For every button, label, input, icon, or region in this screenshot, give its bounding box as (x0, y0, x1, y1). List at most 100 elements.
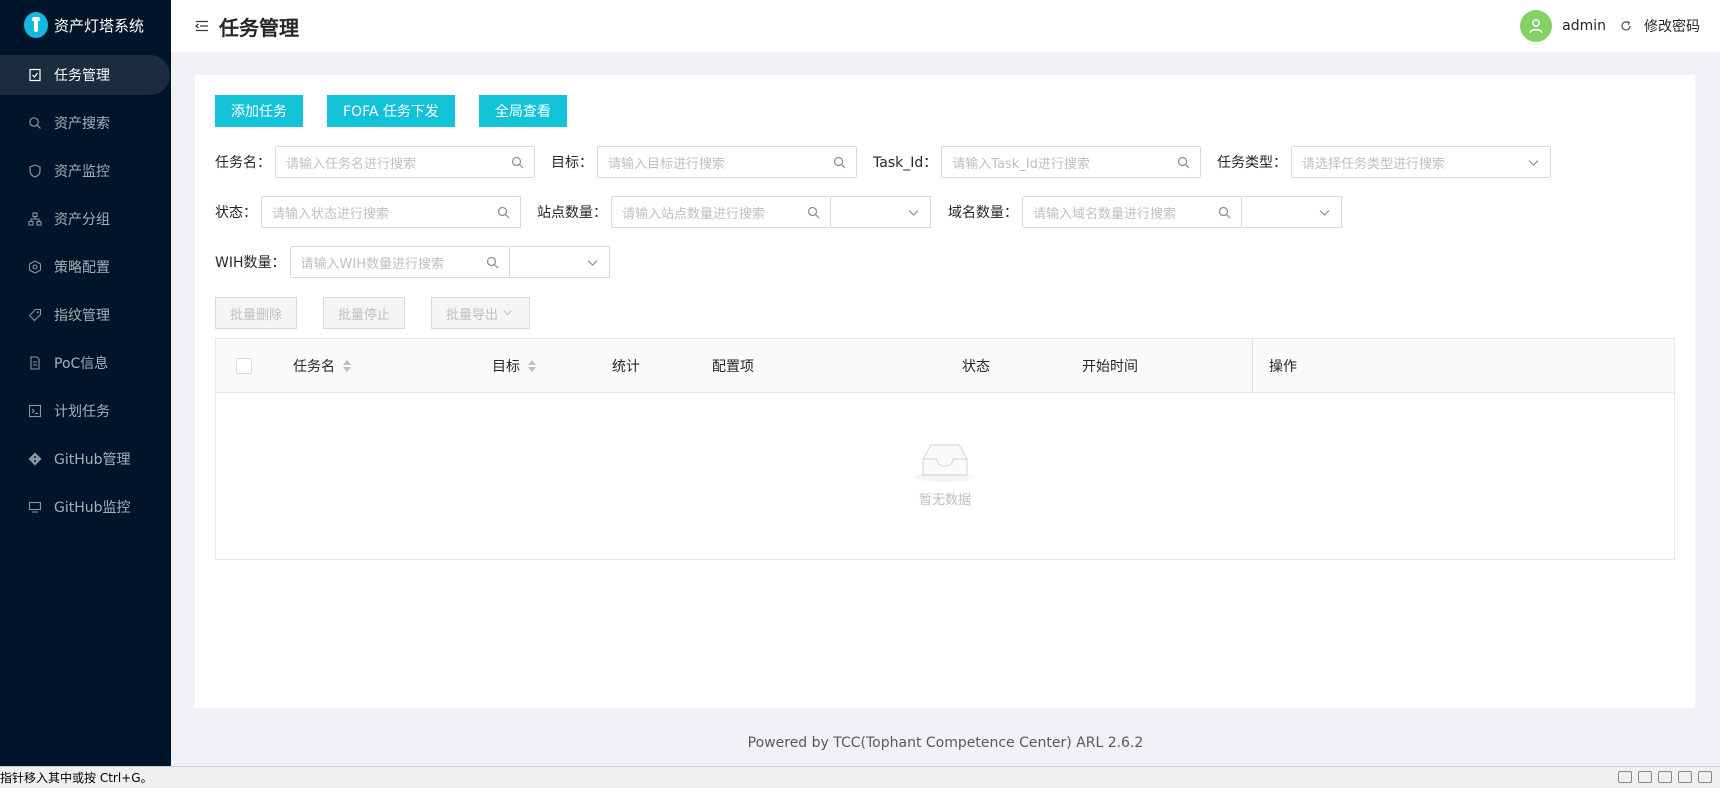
hdd-icon[interactable] (1618, 771, 1632, 783)
sort-icon[interactable] (343, 360, 351, 372)
audio-icon[interactable] (1658, 771, 1672, 783)
sidebar-menu: 任务管理 资产搜索 资产监控 资产分组 策略配置 指纹管理 PoC信息 计划任务… (0, 55, 171, 527)
chevron-down-icon (1527, 156, 1540, 169)
username[interactable]: admin (1562, 18, 1606, 34)
browser-status-bar: 指针移入其中或按 Ctrl+G。 (0, 766, 1720, 788)
filter-task-type: 任务类型： 请选择任务类型进行搜索 (1217, 146, 1551, 178)
sidebar-item-label: 资产搜索 (54, 116, 110, 132)
avatar[interactable] (1520, 10, 1553, 42)
batch-delete-button[interactable]: 批量删除 (215, 297, 298, 329)
sidebar-item-label: 资产监控 (54, 164, 110, 180)
wih-count-input[interactable]: 请输入WIH数量进行搜索 (289, 246, 510, 278)
global-view-button[interactable]: 全局查看 (478, 95, 567, 127)
task-id-input[interactable]: 请输入Task_Id进行搜索 (941, 146, 1202, 178)
search-icon[interactable] (497, 206, 510, 219)
domain-count-input[interactable]: 请输入域名数量进行搜索 (1022, 196, 1242, 228)
batch-export-button[interactable]: 批量导出 (431, 297, 531, 329)
fixed-column-divider (1252, 339, 1253, 393)
filter-label: WIH数量： (215, 255, 286, 271)
task-name-input[interactable]: 请输入任务名进行搜索 (275, 146, 535, 178)
sidebar-item-asset-group[interactable]: 资产分组 (0, 199, 171, 239)
chevron-down-icon (1318, 206, 1331, 219)
sort-icon[interactable] (528, 360, 536, 372)
sidebar: 资产灯塔系统 任务管理 资产搜索 资产监控 资产分组 策略配置 指纹管理 PoC… (0, 0, 171, 766)
sidebar-item-poc[interactable]: PoC信息 (0, 343, 171, 383)
sidebar-item-scheduled-task[interactable]: 计划任务 (0, 391, 171, 431)
system-tray (1612, 771, 1712, 783)
search-icon[interactable] (511, 156, 524, 169)
filter-status: 状态： 请输入状态进行搜索 (215, 196, 521, 228)
sidebar-item-label: GitHub管理 (54, 452, 131, 468)
filter-label: 任务类型： (1217, 155, 1287, 171)
search-icon[interactable] (1218, 206, 1231, 219)
user-icon (1529, 19, 1543, 34)
sidebar-item-github-monitor[interactable]: GitHub监控 (0, 487, 171, 527)
search-icon (28, 116, 42, 130)
batch-stop-button[interactable]: 批量停止 (323, 297, 406, 329)
select-all-checkbox-cell (236, 339, 252, 393)
footer: Powered by TCC(Tophant Competence Center… (747, 735, 1144, 751)
search-icon[interactable] (1177, 156, 1190, 169)
task-type-select[interactable]: 请选择任务类型进行搜索 (1291, 146, 1551, 178)
menu-fold-icon[interactable] (195, 19, 209, 33)
app-name: 资产灯塔系统 (54, 16, 145, 35)
shield-icon (28, 164, 42, 178)
status-input[interactable]: 请输入状态进行搜索 (261, 196, 521, 228)
sidebar-item-asset-search[interactable]: 资产搜索 (0, 103, 171, 143)
domain-count-operator-select[interactable] (1242, 196, 1342, 228)
column-start-time: 开始时间 (1082, 359, 1138, 375)
sidebar-item-label: 资产分组 (54, 212, 110, 228)
search-icon[interactable] (833, 156, 846, 169)
chevron-down-icon (586, 256, 599, 269)
search-icon[interactable] (807, 206, 820, 219)
column-actions: 操作 (1269, 359, 1297, 375)
usb-icon[interactable] (1678, 771, 1692, 783)
monitor-icon (28, 500, 42, 514)
change-password-link[interactable]: 修改密码 (1644, 16, 1700, 36)
task-table: 任务名 目标 统计 配置项 状态 开始时间 操作 暂无数据 (215, 338, 1675, 560)
fofa-task-button[interactable]: FOFA 任务下发 (327, 95, 455, 127)
select-all-checkbox[interactable] (236, 358, 252, 374)
site-count-input[interactable]: 请输入站点数量进行搜索 (611, 196, 831, 228)
content-card: 添加任务 FOFA 任务下发 全局查看 任务名： 请输入任务名进行搜索 目标： … (195, 75, 1695, 708)
search-icon[interactable] (486, 256, 499, 269)
site-count-operator-select[interactable] (831, 196, 931, 228)
sidebar-item-github-management[interactable]: GitHub管理 (0, 439, 171, 479)
action-buttons: 添加任务 FOFA 任务下发 全局查看 (215, 95, 591, 127)
column-config: 配置项 (712, 359, 754, 375)
status-text: 指针移入其中或按 Ctrl+G。 (0, 771, 153, 785)
sidebar-item-asset-monitor[interactable]: 资产监控 (0, 151, 171, 191)
user-area: admin 修改密码 (1520, 0, 1700, 52)
sidebar-item-label: 计划任务 (54, 404, 110, 420)
filter-label: 站点数量： (537, 205, 607, 221)
git-icon (28, 452, 42, 466)
batch-actions: 批量删除 批量停止 批量导出 (215, 297, 556, 329)
filter-task-id: Task_Id： 请输入Task_Id进行搜索 (873, 146, 1202, 178)
code-icon (28, 404, 42, 418)
cluster-icon (28, 212, 42, 226)
refresh-icon[interactable] (1620, 20, 1632, 32)
filter-label: 状态： (215, 205, 257, 221)
display-icon[interactable] (1698, 771, 1712, 783)
sidebar-item-label: 任务管理 (54, 68, 110, 84)
sidebar-item-policy-config[interactable]: 策略配置 (0, 247, 171, 287)
add-task-button[interactable]: 添加任务 (215, 95, 303, 127)
sidebar-item-fingerprint[interactable]: 指纹管理 (0, 295, 171, 335)
column-stats: 统计 (612, 359, 640, 375)
empty-state: 暂无数据 (216, 439, 1674, 508)
column-task-name[interactable]: 任务名 (293, 339, 351, 393)
wih-count-operator-select[interactable] (509, 246, 610, 278)
task-icon (28, 68, 42, 82)
sidebar-item-label: 指纹管理 (54, 308, 110, 324)
sidebar-item-label: GitHub监控 (54, 500, 131, 516)
top-header: 任务管理 admin 修改密码 (171, 0, 1720, 52)
network-icon[interactable] (1638, 771, 1652, 783)
filter-site-count: 站点数量： 请输入站点数量进行搜索 (537, 196, 931, 228)
tag-icon (28, 308, 42, 322)
target-input[interactable]: 请输入目标进行搜索 (597, 146, 857, 178)
column-target[interactable]: 目标 (492, 339, 536, 393)
sidebar-item-label: PoC信息 (54, 356, 109, 372)
app-logo[interactable]: 资产灯塔系统 (0, 0, 171, 50)
file-icon (28, 356, 42, 370)
sidebar-item-task-management[interactable]: 任务管理 (0, 55, 170, 95)
